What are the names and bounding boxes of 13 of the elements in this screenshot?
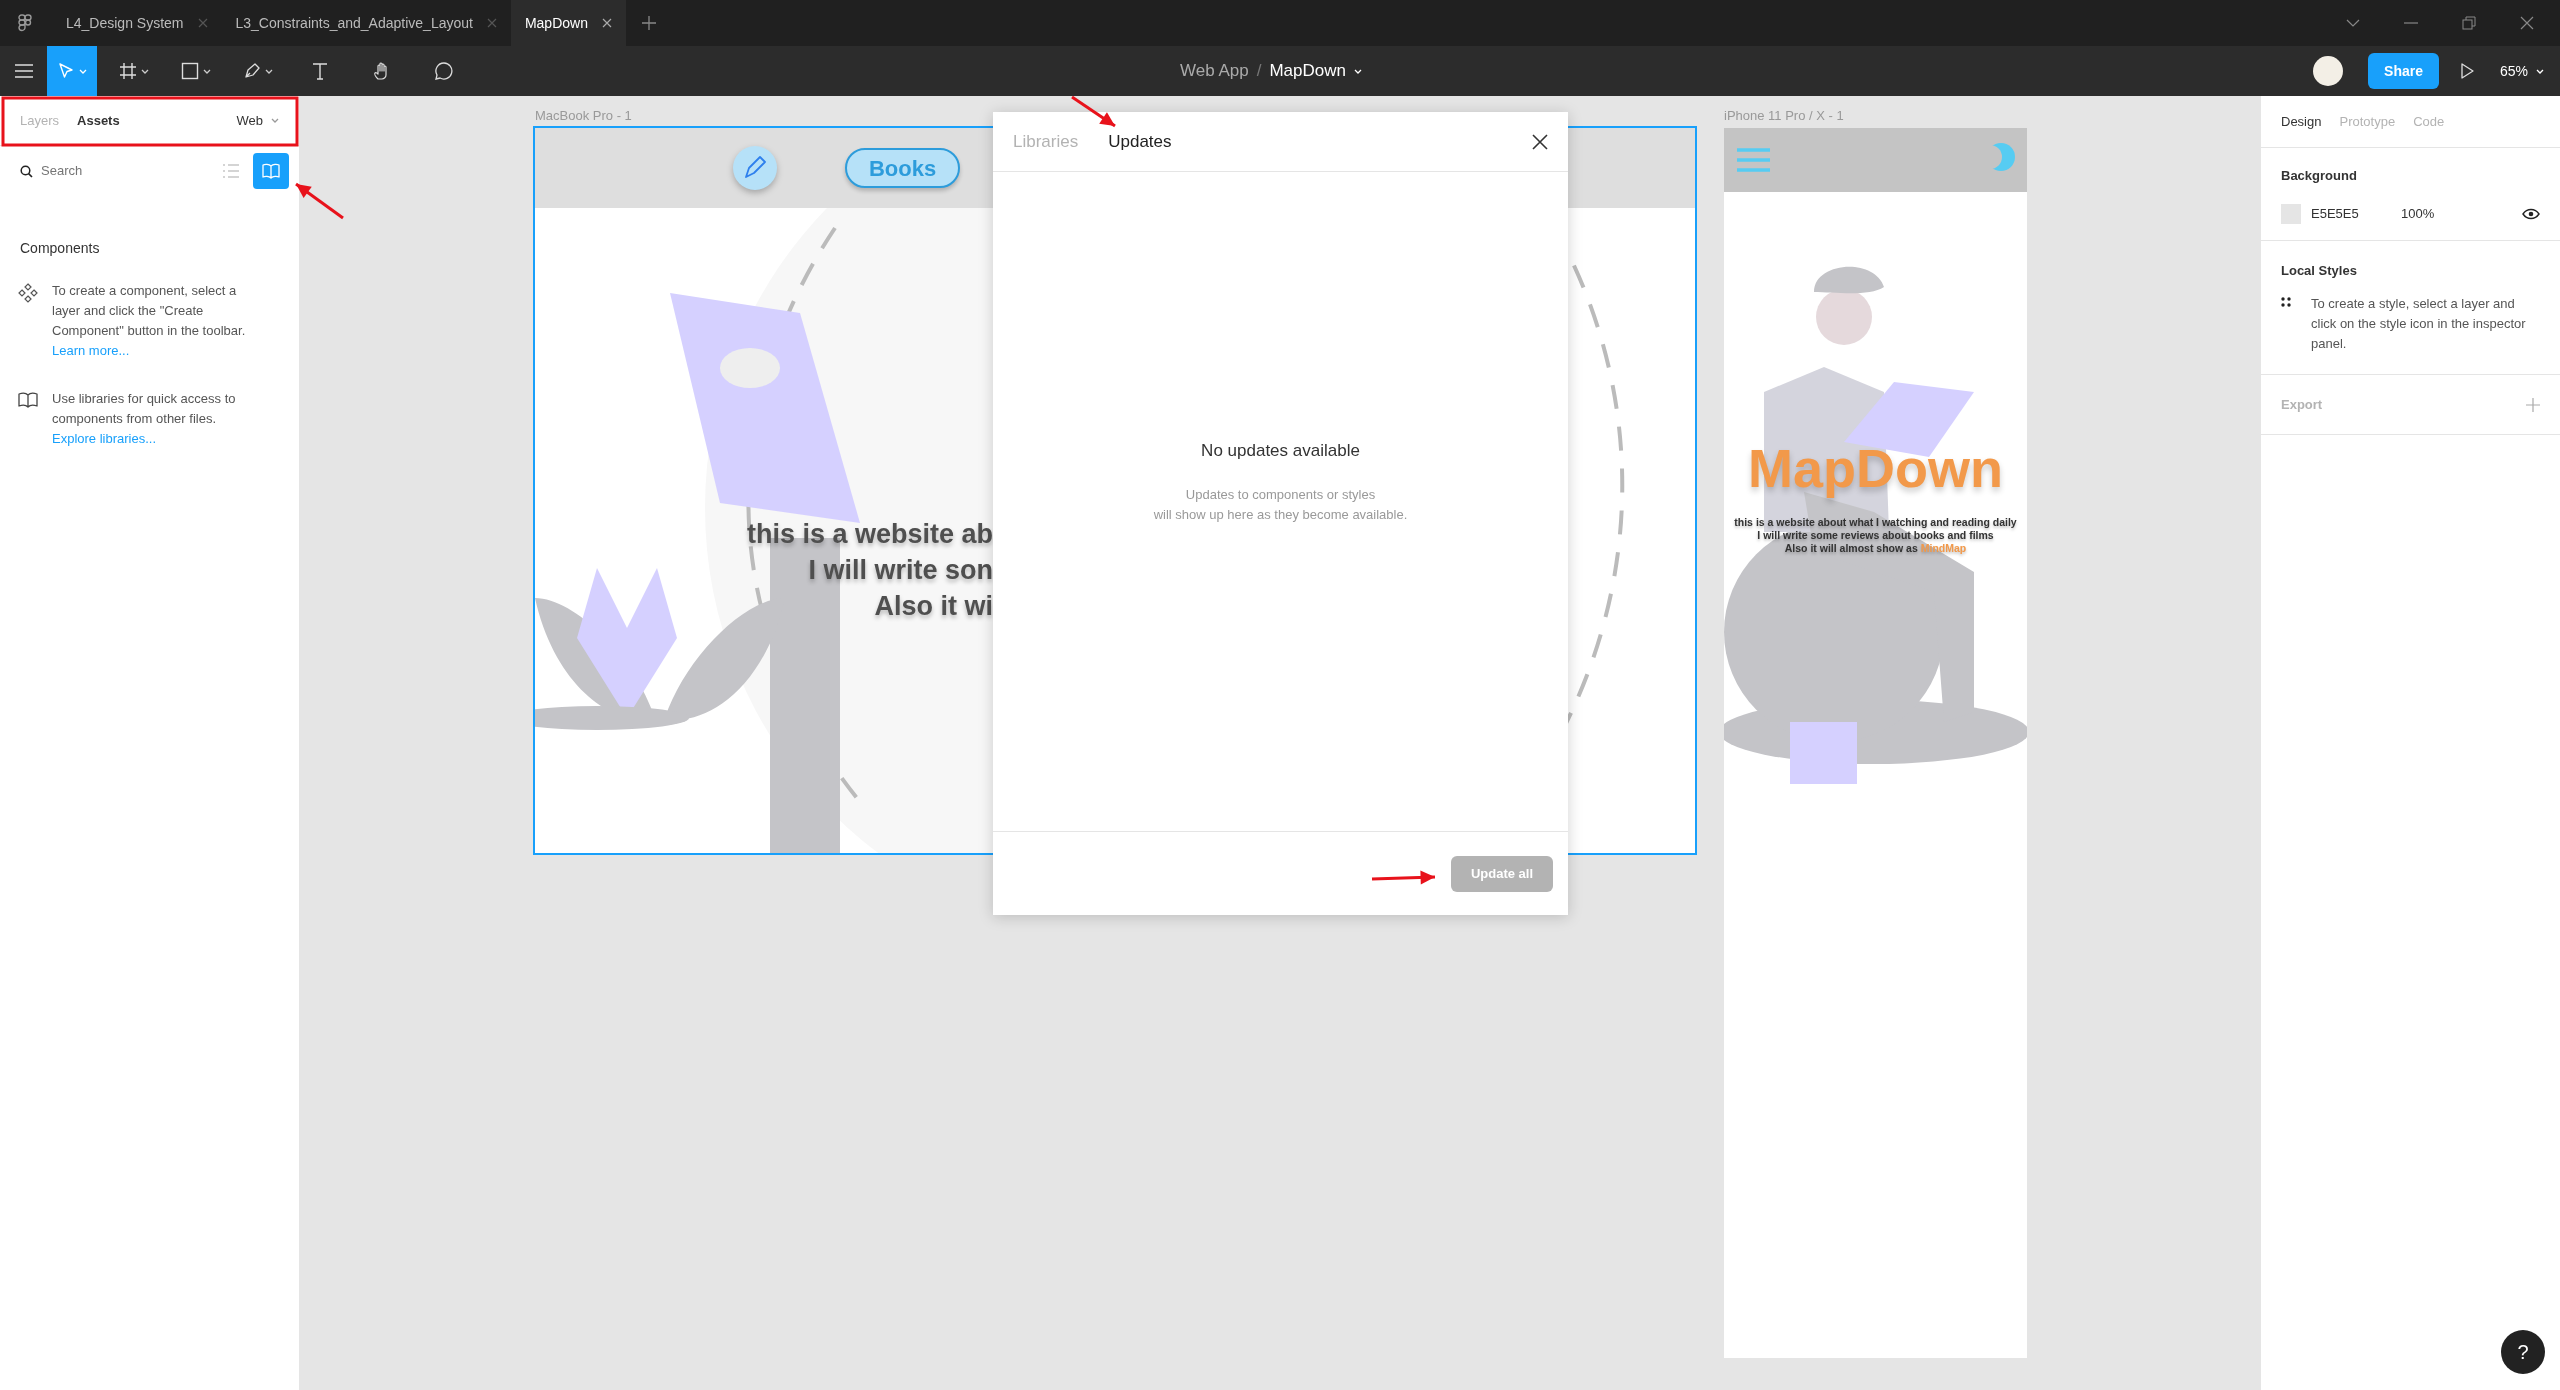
hint-text: Use libraries for quick access to components from other files. Explore libraries... (52, 390, 237, 448)
tagline-text: this is a website ab I will write son Also it wi (746, 518, 993, 623)
tagline-text: this is a website about what I watching and reading daily I will write some reviews about books and films Also it will almost show as MindMap (1733, 516, 2018, 555)
section-title: Components (19, 239, 101, 258)
empty-state-text: Updates to components or styles will show up here as they become available. (1153, 486, 1408, 525)
empty-state-title: No updates available (1201, 439, 1360, 462)
section-title: Background (2281, 167, 2358, 185)
hint-text: To create a component, select a layer and click the "Create Component" button in the toolbar. Learn more... (52, 282, 247, 360)
app-title: MapDown (1747, 437, 2004, 500)
section-title: Export (2281, 395, 2323, 414)
section-title: Local Styles (2281, 261, 2358, 280)
breadcrumb-separator: / (1256, 60, 1262, 83)
hint-text: To create a style, select a layer and click on the style icon in the inspector panel. (2311, 295, 2527, 353)
